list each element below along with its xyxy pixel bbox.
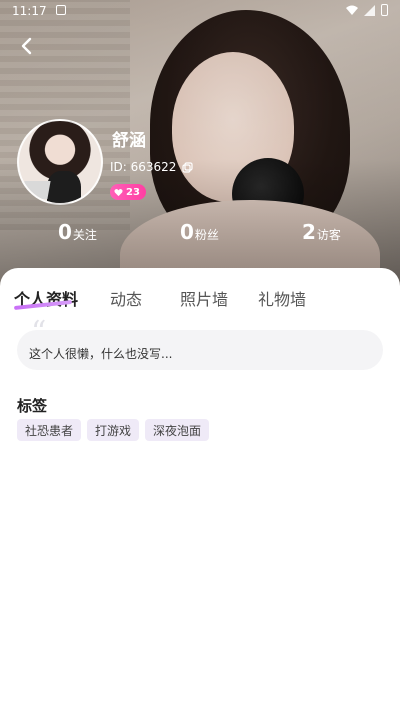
quote-icon: “ — [31, 315, 47, 350]
avatar-figure — [47, 171, 81, 203]
back-button[interactable] — [12, 32, 40, 60]
signal-icon — [364, 4, 375, 16]
level-value: 23 — [126, 186, 140, 198]
bio-text: 这个人很懒，什么也没写... — [29, 347, 173, 361]
tab-gift-wall[interactable]: 礼物墙 — [258, 286, 306, 310]
level-badge: 23 — [110, 184, 146, 200]
avatar-laptop — [21, 181, 51, 199]
tab-moments[interactable]: 动态 — [110, 286, 142, 310]
stat-label: 粉丝 — [194, 228, 219, 242]
stat-label: 关注 — [72, 228, 97, 242]
wifi-icon — [346, 5, 358, 15]
stat-fans[interactable]: 0 粉丝 — [180, 220, 219, 244]
tag-item: 社恐患者 — [17, 419, 82, 441]
chevron-left-icon — [21, 37, 32, 55]
status-icons — [346, 4, 388, 16]
copy-icon[interactable] — [182, 161, 194, 173]
tab-photo-wall[interactable]: 照片墙 — [180, 286, 228, 310]
status-time: 11:17 — [12, 4, 47, 18]
stat-value: 0 — [180, 220, 194, 244]
tags-list: 社恐患者 打游戏 深夜泡面 — [17, 419, 210, 441]
stat-value: 0 — [58, 220, 72, 244]
avatar[interactable] — [17, 119, 103, 205]
tags-title: 标签 — [17, 397, 48, 415]
stat-visitors[interactable]: 2 访客 — [302, 220, 341, 244]
stat-value: 2 — [302, 220, 316, 244]
stat-label: 访客 — [316, 228, 341, 242]
stats-row: 0 关注 0 粉丝 2 访客 — [0, 220, 400, 246]
status-bar: 11:17 — [0, 0, 400, 22]
stat-following[interactable]: 0 关注 — [58, 220, 97, 244]
tag-item: 深夜泡面 — [145, 419, 210, 441]
tag-item: 打游戏 — [87, 419, 140, 441]
nickname: 舒涵 — [112, 131, 146, 151]
user-id-row: ID: 663622 — [110, 160, 194, 174]
user-id: ID: 663622 — [110, 160, 177, 174]
heart-icon — [114, 188, 123, 196]
notification-icon — [56, 5, 66, 15]
battery-icon — [381, 4, 388, 16]
